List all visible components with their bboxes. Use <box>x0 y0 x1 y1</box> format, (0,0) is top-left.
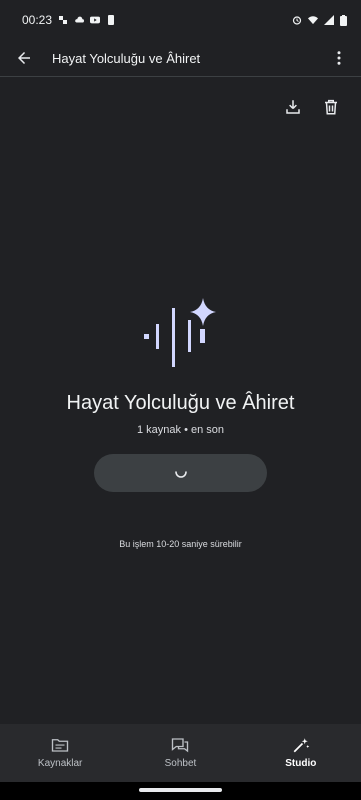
magic-wand-icon <box>293 738 310 753</box>
folder-icon <box>51 739 69 752</box>
delete-button[interactable] <box>319 95 343 119</box>
status-right <box>292 14 347 26</box>
processing-note: Bu işlem 10-20 saniye sürebilir <box>119 539 242 549</box>
audio-tools <box>281 95 343 119</box>
notebook-title: Hayat Yolculuğu ve Âhiret <box>66 392 295 414</box>
youtube-icon <box>90 16 101 24</box>
more-options-button[interactable] <box>327 46 351 70</box>
back-button[interactable] <box>12 46 36 70</box>
download-icon <box>286 100 300 114</box>
arrow-back-icon <box>18 52 30 64</box>
nav-label-sources: Kaynaklar <box>37 758 83 769</box>
nav-item-studio[interactable]: Studio <box>241 724 361 782</box>
app-bar: Hayat Yolculuğu ve Âhiret <box>0 40 361 76</box>
nav-label-chat: Sohbet <box>164 758 197 769</box>
alarm-icon <box>292 16 302 25</box>
more-vert-icon <box>337 51 341 65</box>
app-bar-divider <box>0 76 361 77</box>
source-meta: 1 kaynak • en son <box>136 424 225 436</box>
wifi-icon <box>308 16 318 25</box>
nav-item-chat[interactable]: Sohbet <box>120 724 240 782</box>
loading-spinner-icon <box>174 471 187 478</box>
cloud-icon <box>75 16 85 23</box>
nav-item-sources[interactable]: Kaynaklar <box>0 724 120 782</box>
battery-icon <box>340 14 347 26</box>
app-bar-title: Hayat Yolculuğu ve Âhiret <box>52 50 201 66</box>
chat-icon <box>172 738 189 753</box>
status-bar: 00:23 <box>0 0 361 40</box>
sim-icon <box>108 15 115 25</box>
download-button[interactable] <box>281 95 305 119</box>
status-left: 00:23 <box>22 13 116 27</box>
notification-app-icon <box>59 16 68 24</box>
nav-label-studio: Studio <box>285 758 317 769</box>
bottom-nav: Kaynaklar Sohbet Studio <box>0 724 361 782</box>
signal-icon <box>324 15 334 25</box>
audio-sparkle-icon <box>144 298 216 367</box>
gesture-handle[interactable] <box>139 788 222 792</box>
audio-loading-button[interactable] <box>94 454 267 492</box>
trash-icon <box>325 99 337 115</box>
status-time: 00:23 <box>22 13 53 27</box>
